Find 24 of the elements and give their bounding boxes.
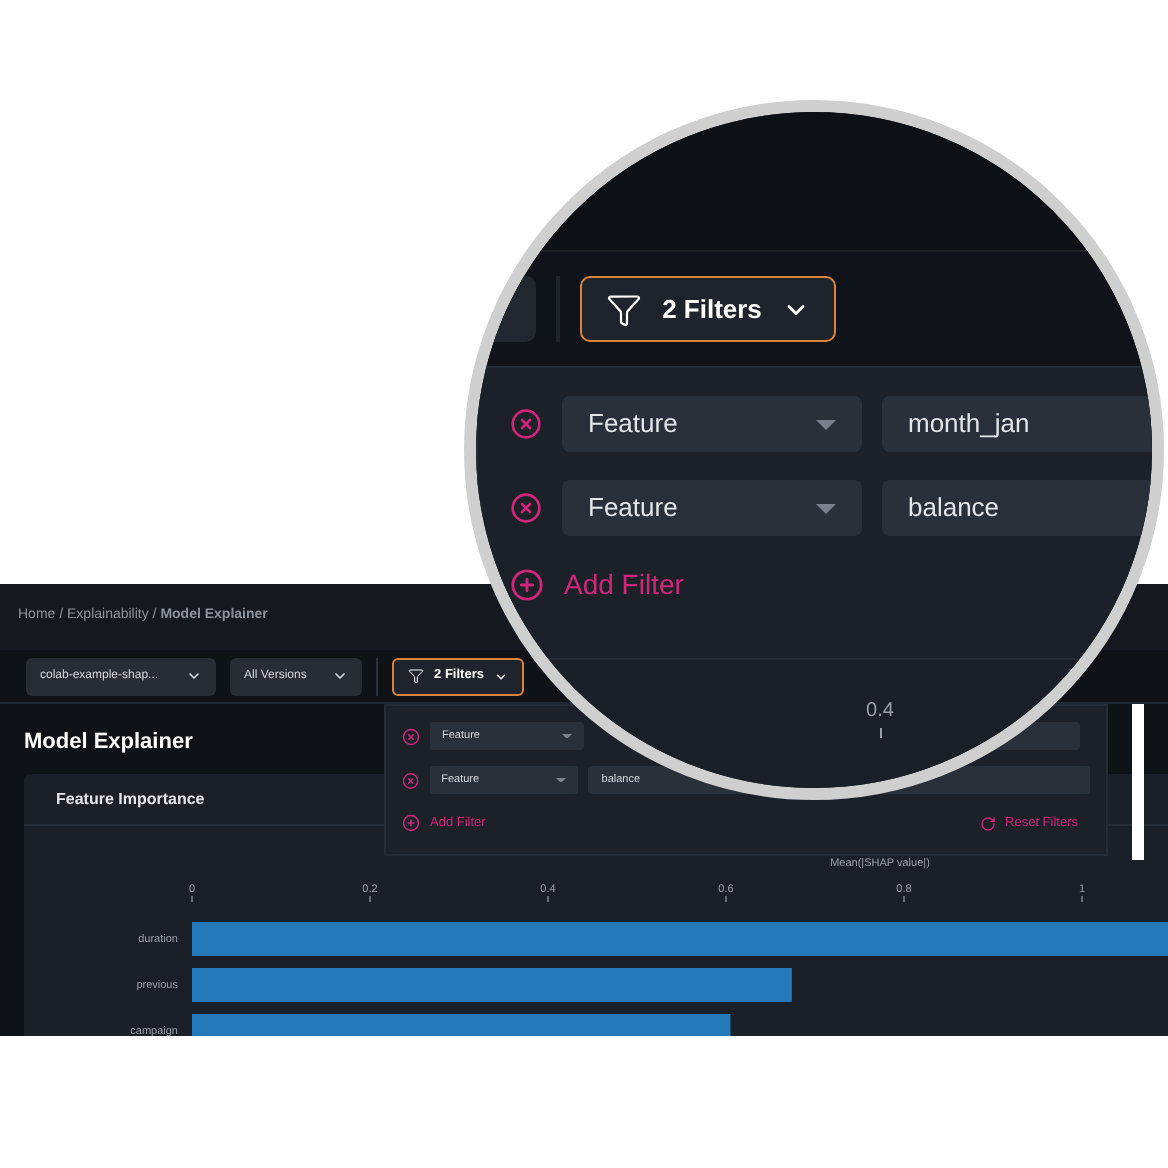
filter-button[interactable]: 2 Filters (580, 276, 836, 342)
chevron-icon (332, 668, 348, 684)
chevron-icon (493, 669, 508, 683)
remove-filter-icon[interactable] (510, 492, 542, 524)
page-title: Model Explainer (24, 728, 193, 756)
filter-icon (408, 668, 425, 684)
caret-icon (562, 733, 572, 739)
value-field[interactable]: month_jan (882, 396, 1152, 452)
caret-icon (816, 503, 836, 513)
field-dropdown[interactable]: Feature (562, 480, 862, 536)
remove-filter-icon[interactable] (402, 727, 420, 745)
remove-filter-icon[interactable] (510, 408, 542, 440)
plus-icon (510, 568, 544, 602)
value-field[interactable]: balance (882, 480, 1152, 536)
chevron-icon (186, 668, 202, 684)
reset-icon (979, 815, 996, 832)
remove-filter-icon[interactable] (402, 771, 420, 789)
tick-label: 0.4 (866, 700, 894, 724)
card-title: Feature Importance (56, 787, 205, 811)
plus-icon (402, 814, 420, 833)
caret-icon (555, 777, 566, 783)
field-dropdown[interactable]: Feature (562, 396, 862, 452)
filter-icon (606, 291, 643, 327)
caret-icon (816, 419, 836, 429)
